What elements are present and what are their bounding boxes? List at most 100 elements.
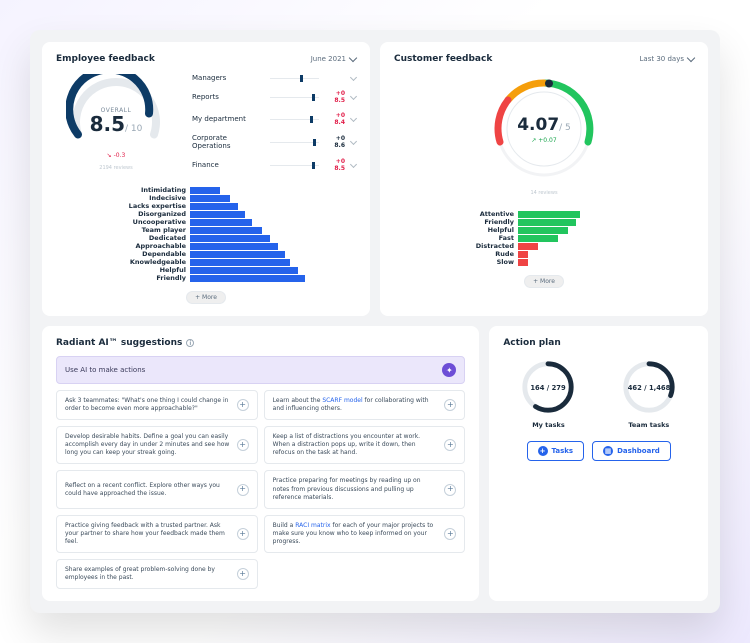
info-icon[interactable]: i xyxy=(186,339,194,347)
trait-label: Slow xyxy=(394,258,514,266)
trait-row: Friendly xyxy=(394,218,694,226)
trait-bar xyxy=(518,243,538,250)
ai-suggestion[interactable]: Practice giving feedback with a trusted … xyxy=(56,515,258,553)
ai-suggestion-text: Build a RACI matrix for each of your maj… xyxy=(273,522,439,546)
ai-suggestion-text: Practice giving feedback with a trusted … xyxy=(65,522,231,546)
trait-row: Helpful xyxy=(56,266,356,274)
add-icon: + xyxy=(237,568,249,580)
employee-sliders: Managers Reports +0 8.5 My department+0 8.4… xyxy=(192,74,356,172)
slider-row[interactable]: Managers xyxy=(192,74,356,82)
employee-more-button[interactable]: + More xyxy=(186,291,226,304)
customer-delta: ↗ +0.07 xyxy=(531,137,556,144)
trait-bar xyxy=(190,251,285,258)
slider-value: +0 8.5 xyxy=(325,90,345,104)
ai-make-actions-button[interactable]: Use AI to make actions ✦ xyxy=(56,356,465,384)
add-icon: + xyxy=(237,439,249,451)
ai-suggestion[interactable]: Ask 3 teammates: "What's one thing I cou… xyxy=(56,390,258,420)
slider-row[interactable]: Corporate Operations +0 8.6 xyxy=(192,134,356,150)
slider-row[interactable]: Reports +0 8.5 xyxy=(192,90,356,104)
employee-score: 8.5 xyxy=(90,112,125,136)
employee-traits-chart: IntimidatingIndecisiveLacks expertiseDis… xyxy=(56,186,356,304)
trait-label: Team player xyxy=(56,226,186,234)
trait-bar xyxy=(518,227,568,234)
slider-value: +0 8.5 xyxy=(325,158,345,172)
trait-row: Rude xyxy=(394,250,694,258)
trait-row: Team player xyxy=(56,226,356,234)
ai-link[interactable]: SCARF model xyxy=(322,397,362,404)
ai-suggestion[interactable]: Keep a list of distractions you encounte… xyxy=(264,426,466,464)
ai-suggestion-text: Share examples of great problem-solving … xyxy=(65,566,231,582)
ai-suggestion[interactable]: Share examples of great problem-solving … xyxy=(56,559,258,589)
add-icon: + xyxy=(237,399,249,411)
trait-bar xyxy=(190,219,252,226)
progress-dial: 164 / 279My tasks xyxy=(519,358,577,429)
progress-dial: 462 / 1,468Team tasks xyxy=(620,358,678,429)
trait-bar xyxy=(190,227,262,234)
trait-row: Friendly xyxy=(56,274,356,282)
trait-row: Uncooperative xyxy=(56,218,356,226)
ai-suggestions-card: Radiant AI™ suggestions i Use AI to make… xyxy=(42,326,479,601)
slider-row[interactable]: My department+0 8.4 xyxy=(192,112,356,126)
slider-label: Corporate Operations xyxy=(192,134,264,150)
dashboard-button-label: Dashboard xyxy=(617,447,660,455)
trait-label: Helpful xyxy=(56,266,186,274)
ai-suggestion[interactable]: Develop desirable habits. Define a goal … xyxy=(56,426,258,464)
customer-period-dropdown[interactable]: Last 30 days xyxy=(640,55,694,63)
trait-bar xyxy=(518,251,528,258)
trait-label: Attentive xyxy=(394,210,514,218)
chevron-down-icon xyxy=(350,114,357,121)
employee-period-dropdown[interactable]: June 2021 xyxy=(311,55,356,63)
slider-value: +0 8.6 xyxy=(325,135,345,149)
tasks-button-label: Tasks xyxy=(552,447,574,455)
action-plan-dials: 164 / 279My tasks 462 / 1,468Team tasks xyxy=(503,358,694,429)
ai-suggestion-text: Learn about the SCARF model for collabor… xyxy=(273,397,439,413)
add-icon: + xyxy=(237,484,249,496)
chevron-down-icon xyxy=(349,53,357,61)
employee-score-max: / 10 xyxy=(125,124,142,134)
ai-suggestion[interactable]: Build a RACI matrix for each of your maj… xyxy=(264,515,466,553)
trait-label: Friendly xyxy=(394,218,514,226)
trait-row: Dedicated xyxy=(56,234,356,242)
trait-bar xyxy=(190,211,245,218)
slider-track xyxy=(270,165,319,166)
add-icon: + xyxy=(444,399,456,411)
ai-suggestion[interactable]: Practice preparing for meetings by readi… xyxy=(264,470,466,508)
employee-title: Employee feedback xyxy=(56,54,155,64)
trait-row: Fast xyxy=(394,234,694,242)
ai-suggestion[interactable]: Reflect on a recent conflict. Explore ot… xyxy=(56,470,258,508)
trait-row: Indecisive xyxy=(56,194,356,202)
trait-row: Disorganized xyxy=(56,210,356,218)
ai-suggestion[interactable]: Learn about the SCARF model for collabor… xyxy=(264,390,466,420)
trait-bar xyxy=(190,243,278,250)
trait-row: Lacks expertise xyxy=(56,202,356,210)
trait-bar xyxy=(518,235,558,242)
dashboard-button[interactable]: ▦Dashboard xyxy=(592,441,671,461)
sparkle-icon: ✦ xyxy=(442,363,456,377)
slider-row[interactable]: Finance+0 8.5 xyxy=(192,158,356,172)
trait-bar xyxy=(190,187,220,194)
customer-more-button[interactable]: + More xyxy=(524,275,564,288)
slider-label: Reports xyxy=(192,93,264,101)
customer-score: 4.07 xyxy=(517,115,559,135)
trait-row: Intimidating xyxy=(56,186,356,194)
customer-gauge: 4.07/ 5 ↗ +0.07 xyxy=(489,74,599,184)
ai-suggestion-text: Ask 3 teammates: "What's one thing I cou… xyxy=(65,397,231,413)
dial-label: My tasks xyxy=(532,421,565,429)
customer-feedback-card: Customer feedback Last 30 days 4.07/ 5 xyxy=(380,42,708,316)
ai-link[interactable]: RACI matrix xyxy=(295,522,330,529)
chevron-down-icon xyxy=(687,53,695,61)
trait-label: Fast xyxy=(394,234,514,242)
slider-label: Managers xyxy=(192,74,264,82)
action-plan-card: Action plan 164 / 279My tasks462 / 1,468… xyxy=(489,326,708,601)
employee-reviews: 2194 reviews xyxy=(99,165,132,171)
trait-row: Dependable xyxy=(56,250,356,258)
employee-gauge: OVERALL 8.5/ 10 ↘ -0.3 2194 reviews xyxy=(56,74,176,171)
dashboard: Employee feedback June 2021 OVERALL 8.5/… xyxy=(30,30,720,613)
tasks-button[interactable]: +Tasks xyxy=(527,441,585,461)
customer-period-label: Last 30 days xyxy=(640,55,684,63)
slider-track xyxy=(270,119,319,120)
add-icon: + xyxy=(444,484,456,496)
trait-label: Disorganized xyxy=(56,210,186,218)
trait-row: Attentive xyxy=(394,210,694,218)
trait-bar xyxy=(190,203,238,210)
